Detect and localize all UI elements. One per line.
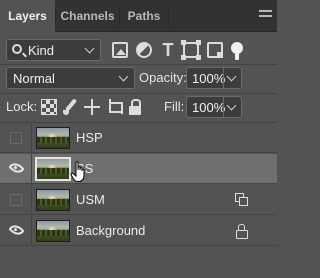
- layer-thumbnail: [35, 157, 71, 181]
- visibility-toggle[interactable]: [0, 123, 32, 153]
- lock-artboard-icon[interactable]: [106, 99, 123, 115]
- layer-row-ss[interactable]: SS: [0, 154, 277, 184]
- hand-cursor-icon: [70, 161, 85, 182]
- eye-icon: [8, 159, 25, 177]
- layer-thumbnail: [36, 189, 70, 211]
- fill-input[interactable]: 100%: [186, 96, 242, 118]
- tab-paths[interactable]: Paths: [120, 0, 168, 32]
- layer-thumbnail: [36, 127, 70, 149]
- smart-object-icon: [235, 193, 248, 206]
- lock-transparent-pixels-icon[interactable]: [41, 99, 57, 115]
- lock-all-icon[interactable]: [128, 99, 144, 115]
- layers-panel: Kind T Normal Opacity: 100% Lock: Fill: …: [0, 33, 277, 278]
- fill-value: 100%: [192, 100, 226, 115]
- layer-name: HSP: [76, 130, 103, 145]
- chevron-down-icon: [226, 71, 237, 82]
- search-icon: [12, 44, 22, 54]
- layer-row-hsp[interactable]: HSP: [0, 123, 277, 153]
- layer-thumbnail: [36, 220, 70, 242]
- filter-kind-dropdown[interactable]: Kind: [6, 39, 101, 61]
- layer-name: Background: [76, 223, 146, 238]
- blend-mode-dropdown[interactable]: Normal: [6, 67, 135, 89]
- tab-channels[interactable]: Channels: [56, 0, 119, 32]
- fill-label: Fill:: [164, 99, 185, 114]
- divider: [0, 64, 277, 65]
- opacity-value: 100%: [192, 71, 226, 86]
- chevron-down-icon: [118, 71, 129, 82]
- visibility-toggle[interactable]: [0, 185, 32, 215]
- image-filter-icon[interactable]: [112, 42, 128, 58]
- smart-object-filter-icon[interactable]: [207, 42, 223, 58]
- type-filter-icon[interactable]: T: [160, 41, 176, 59]
- visibility-toggle[interactable]: [0, 154, 32, 184]
- layer-row-background[interactable]: Background: [0, 216, 277, 246]
- adjustment-filter-icon[interactable]: [136, 42, 152, 58]
- filter-kind-value: Kind: [28, 43, 55, 58]
- layer-name: USM: [76, 192, 105, 207]
- layer-row-usm[interactable]: USM: [0, 185, 277, 215]
- eye-icon: [8, 221, 25, 239]
- hidden-box-icon: [10, 132, 22, 144]
- shape-filter-icon[interactable]: [181, 40, 201, 60]
- chevron-down-icon: [226, 100, 237, 111]
- tab-layers[interactable]: Layers: [0, 0, 55, 33]
- panel-tab-bar: Layers Channels Paths: [0, 0, 277, 33]
- opacity-slider-button[interactable]: [223, 68, 241, 88]
- chevron-down-icon: [84, 43, 95, 54]
- fill-slider-button[interactable]: [223, 97, 241, 117]
- panel-menu-icon[interactable]: [259, 10, 272, 22]
- tab-divider: [168, 6, 169, 26]
- lock-position-icon[interactable]: [84, 99, 100, 115]
- lock-icon: [235, 224, 248, 239]
- blend-mode-value: Normal: [13, 71, 55, 86]
- lock-image-pixels-icon[interactable]: [63, 99, 79, 115]
- opacity-input[interactable]: 100%: [186, 67, 242, 89]
- hidden-box-icon: [10, 194, 22, 206]
- opacity-label: Opacity:: [139, 70, 187, 85]
- divider: [0, 93, 277, 94]
- filter-toggle-icon[interactable]: [231, 42, 243, 60]
- visibility-toggle[interactable]: [0, 216, 32, 246]
